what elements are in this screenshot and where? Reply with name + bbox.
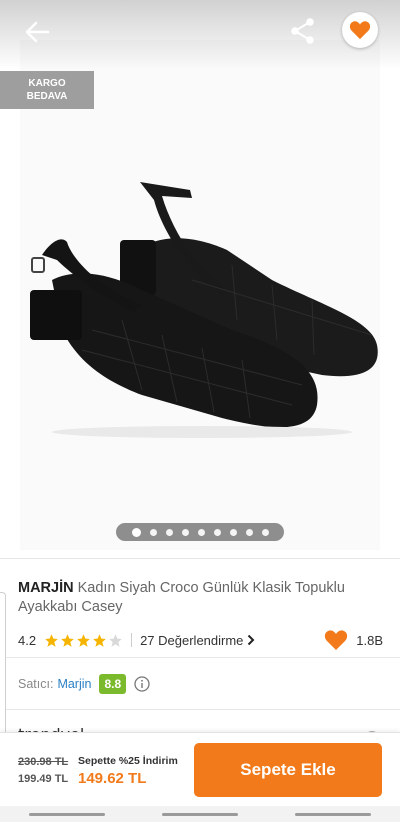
favorite-button[interactable] <box>342 12 378 48</box>
nav-indicator[interactable] <box>161 812 238 816</box>
star-icon <box>77 633 90 647</box>
star-icon <box>61 633 74 647</box>
product-title: MARJİN Kadın Siyah Croco Günlük Klasik T… <box>18 579 378 617</box>
carousel-dot[interactable] <box>229 528 237 536</box>
system-nav-bar <box>0 806 400 822</box>
star-icon <box>93 633 106 647</box>
nav-indicator[interactable] <box>28 812 105 816</box>
carousel-dot[interactable] <box>197 528 205 536</box>
carousel-dot[interactable] <box>245 528 253 536</box>
product-image[interactable] <box>22 170 382 440</box>
divider <box>0 709 400 710</box>
carousel-dot[interactable] <box>165 528 173 536</box>
product-info: MARJİN Kadın Siyah Croco Günlük Klasik T… <box>0 558 400 758</box>
carousel-dot[interactable] <box>261 528 269 536</box>
badge-line-1: KARGO <box>28 78 66 89</box>
favorite-count[interactable]: 1.8B <box>324 629 383 651</box>
chevron-right-icon <box>248 634 255 646</box>
divider <box>0 657 400 658</box>
nav-indicator[interactable] <box>295 812 372 816</box>
side-tab[interactable] <box>0 592 6 742</box>
badge-line-2: BEDAVA <box>26 91 68 102</box>
heart-icon <box>325 630 348 650</box>
share-icon <box>291 18 314 44</box>
brand-name[interactable]: MARJİN <box>18 580 74 596</box>
top-gradient <box>0 0 400 70</box>
original-price: 230.98 TL <box>18 756 69 768</box>
carousel-dot[interactable] <box>213 528 221 536</box>
carousel-dot[interactable] <box>149 528 157 536</box>
star-rating <box>44 633 123 648</box>
free-shipping-badge: KARGO BEDAVA <box>0 71 94 109</box>
heart-icon <box>349 21 371 40</box>
seller-row: Satıcı: Marjin 8.8 <box>18 671 150 697</box>
seller-label: Satıcı: <box>18 677 54 691</box>
carousel-dot[interactable] <box>131 527 141 537</box>
seller-score-badge: 8.8 <box>99 674 127 694</box>
carousel-dot[interactable] <box>181 528 189 536</box>
favorite-count-value: 1.8B <box>356 632 383 648</box>
arrow-left-icon <box>25 21 50 43</box>
carousel-indicator[interactable] <box>116 523 284 541</box>
star-icon <box>45 633 58 647</box>
cart-discount-label: Sepette %25 İndirim <box>78 755 178 767</box>
reviews-label: 27 Değerlendirme <box>140 632 244 648</box>
seller-name-link[interactable]: Marjin <box>57 677 91 691</box>
share-button[interactable] <box>288 16 318 46</box>
add-to-cart-button[interactable]: Sepete Ekle <box>194 743 382 797</box>
discounted-price: 149.62 TL <box>78 770 147 787</box>
reviews-link[interactable]: 27 Değerlendirme <box>140 633 255 648</box>
rating-row: 4.2 27 Değerlendirme 1.8B <box>18 629 383 651</box>
separator <box>131 633 133 647</box>
info-icon[interactable] <box>134 676 150 692</box>
star-icon <box>109 633 122 647</box>
product-image-gallery[interactable]: KARGO BEDAVA <box>0 0 400 558</box>
current-price: 199.49 TL <box>18 773 69 785</box>
purchase-bar: 230.98 TL 199.49 TL Sepette %25 İndirim … <box>0 732 400 806</box>
rating-value: 4.2 <box>18 632 37 648</box>
back-button[interactable] <box>22 18 52 46</box>
